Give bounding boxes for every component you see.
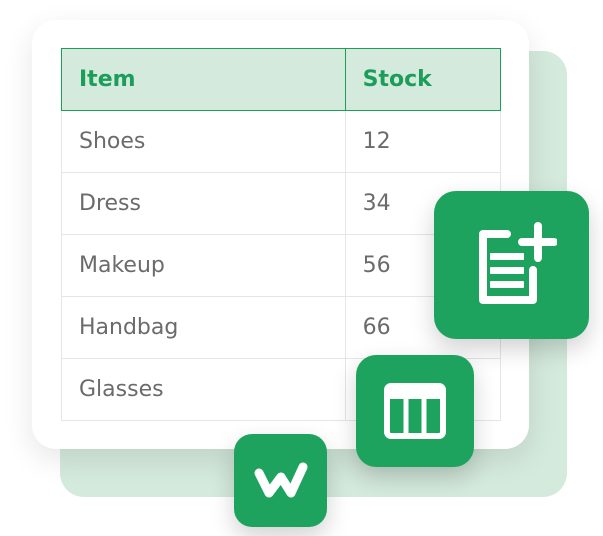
inventory-illustration: Item Stock Shoes 12 Dress 34 Makeup 56 H… bbox=[0, 0, 603, 536]
column-header-item[interactable]: Item bbox=[61, 48, 346, 111]
add-report-icon bbox=[467, 220, 557, 310]
w-logo-icon bbox=[253, 459, 309, 503]
item-cell: Glasses bbox=[61, 358, 346, 421]
item-cell: Shoes bbox=[61, 110, 346, 173]
item-cell: Handbag bbox=[61, 296, 346, 359]
item-cell: Makeup bbox=[61, 234, 346, 297]
item-cell: Dress bbox=[61, 172, 346, 235]
column-header-stock[interactable]: Stock bbox=[344, 48, 502, 111]
table-row[interactable]: Shoes 12 bbox=[61, 110, 502, 173]
table-header-row: Item Stock bbox=[61, 48, 502, 111]
stock-cell: 12 bbox=[344, 110, 502, 173]
add-report-button[interactable] bbox=[434, 191, 589, 339]
brand-logo-button[interactable] bbox=[234, 434, 327, 527]
table-layout-icon bbox=[383, 382, 447, 440]
table-layout-button[interactable] bbox=[356, 355, 474, 467]
